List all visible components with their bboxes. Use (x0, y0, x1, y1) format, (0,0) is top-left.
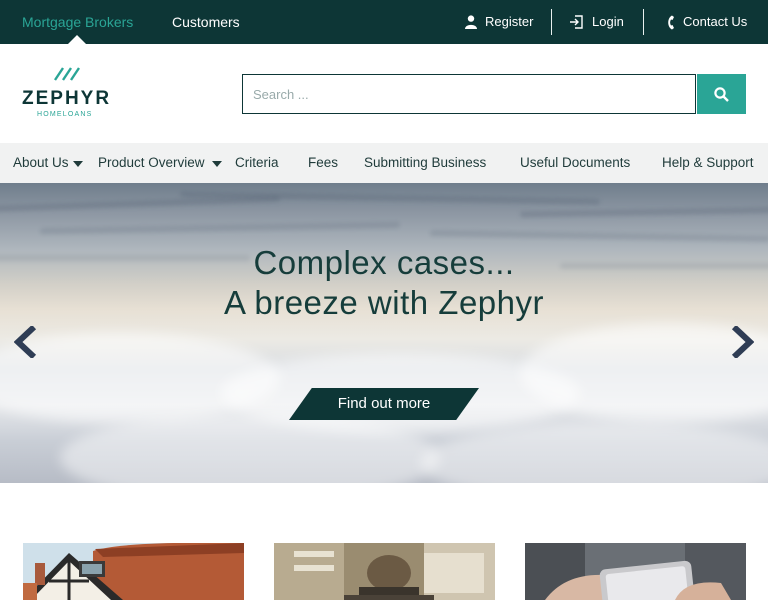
logo-wordmark: ZEPHYR (22, 88, 112, 109)
audience-tab-customers[interactable]: Customers (172, 0, 240, 44)
house-photo (23, 543, 244, 600)
nav-item-label: Useful Documents (520, 155, 631, 170)
nav-item-product-overview[interactable]: Product Overview (98, 143, 205, 183)
contact-us-label: Contact Us (683, 14, 748, 29)
find-out-more-button[interactable]: Find out more (289, 388, 479, 420)
nav-item-label: Help & Support (662, 155, 754, 170)
search-button[interactable] (697, 74, 746, 114)
login-link[interactable]: Login (570, 0, 630, 44)
nav-item-useful-documents[interactable]: Useful Documents (520, 143, 630, 183)
logo-mark-icon (54, 67, 80, 81)
card-phone[interactable] (525, 543, 746, 600)
chevron-down-icon[interactable] (73, 161, 83, 167)
hero-banner (0, 183, 768, 483)
nav-item-about-us[interactable]: About Us (13, 143, 69, 183)
contact-us-link[interactable]: Contact Us (666, 0, 748, 44)
chevron-right-icon (731, 324, 755, 360)
search-input[interactable] (243, 75, 695, 113)
nav-item-fees[interactable]: Fees (308, 143, 338, 183)
nav-item-help-support[interactable]: Help & Support (662, 143, 754, 183)
card-office[interactable] (274, 543, 495, 600)
active-tab-indicator (68, 35, 86, 44)
nav-item-label: Fees (308, 155, 339, 170)
divider (551, 9, 552, 35)
phone-icon (668, 15, 674, 30)
sky-streak (519, 206, 768, 218)
carousel-next-button[interactable] (730, 324, 755, 360)
card-house[interactable] (23, 543, 244, 600)
hero-headline-line-1: Complex cases... (253, 244, 515, 281)
logo-tagline: HOMELOANS (37, 111, 93, 118)
register-label: Register (485, 14, 534, 29)
search-icon (714, 87, 729, 102)
button-label: Find out more (337, 395, 431, 412)
nav-item-label: Criteria (235, 155, 279, 170)
search-box (242, 74, 696, 114)
register-link[interactable]: Register (465, 0, 537, 44)
nav-item-criteria[interactable]: Criteria (235, 143, 279, 183)
nav-item-submitting-business[interactable]: Submitting Business (364, 143, 486, 183)
login-icon (570, 15, 583, 29)
chevron-down-icon[interactable] (212, 161, 222, 167)
sky-streak (39, 221, 401, 235)
carousel-prev-button[interactable] (13, 324, 38, 360)
cloud (420, 423, 768, 483)
login-label: Login (592, 14, 624, 29)
top-bar: Mortgage Brokers Customers Register Logi… (0, 0, 768, 44)
divider (643, 9, 644, 35)
hero-headline-line-2: A breeze with Zephyr (224, 284, 544, 321)
office-photo (274, 543, 495, 600)
user-icon (465, 15, 477, 29)
main-nav: About Us Product Overview Criteria Fees … (0, 143, 768, 183)
nav-item-label: About Us (13, 155, 69, 170)
nav-item-label: Product Overview (98, 155, 205, 170)
phone-photo (525, 543, 746, 600)
zephyr-logo[interactable]: ZEPHYR HOMELOANS (22, 66, 110, 122)
chevron-left-icon (13, 324, 37, 360)
nav-item-label: Submitting Business (364, 155, 487, 170)
sky-streak (429, 230, 768, 242)
